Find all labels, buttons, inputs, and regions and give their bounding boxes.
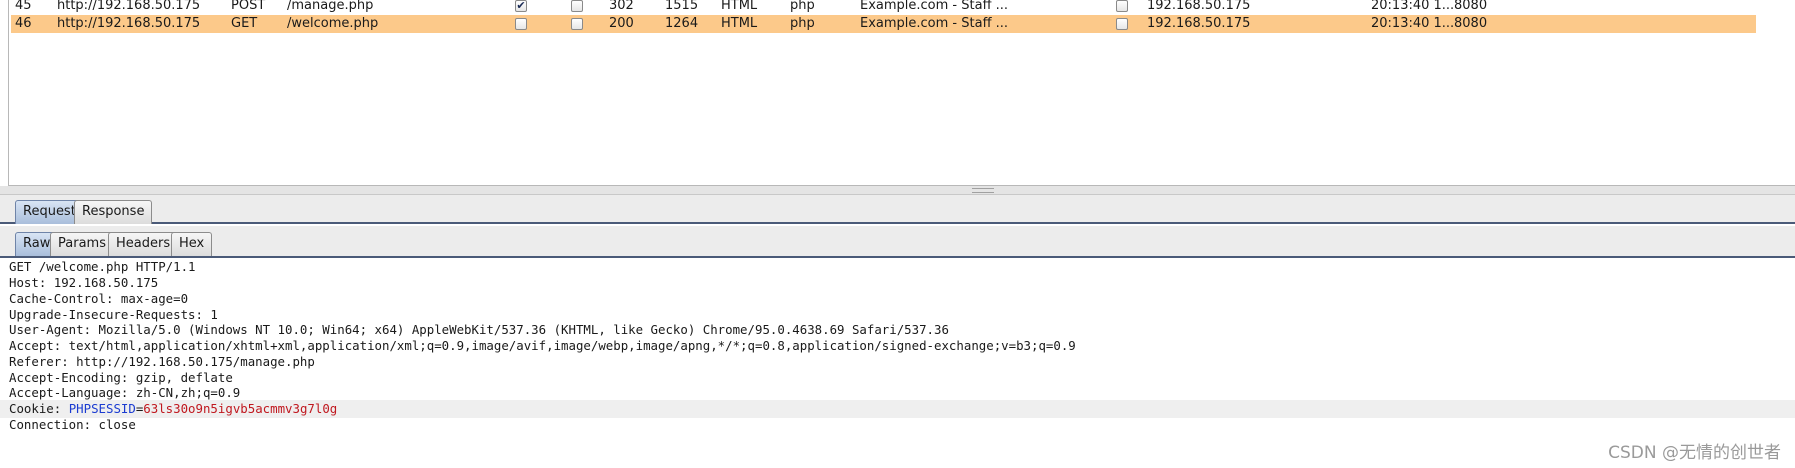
cookie-value: 63ls30o9n5igvb5acmmv3g7l0g <box>143 401 338 416</box>
ssl-checkbox[interactable] <box>1116 0 1128 12</box>
row-title: Example.com - Staff ... <box>860 0 1009 13</box>
tab-params[interactable]: Params <box>50 232 114 256</box>
ssl-checkbox[interactable] <box>1116 18 1128 30</box>
splitter-grip-icon[interactable] <box>972 188 994 193</box>
row-mime: HTML <box>721 16 758 31</box>
row-host: http://192.168.50.175 <box>57 0 201 13</box>
row-method: POST <box>231 0 266 13</box>
row-ip: 192.168.50.175 <box>1147 16 1251 31</box>
row-extension: php <box>790 0 815 13</box>
view-tab-bar: Raw Params Headers Hex <box>0 226 1795 258</box>
tab-response[interactable]: Response <box>74 200 153 224</box>
edited-checkbox[interactable] <box>571 0 583 12</box>
proxy-history-table[interactable]: 45 http://192.168.50.175 POST /manage.ph… <box>8 0 1795 186</box>
row-time: 20:13:40 1... <box>1371 16 1455 31</box>
message-tab-bar: Request Response <box>0 195 1795 224</box>
row-port: 8080 <box>1454 16 1488 31</box>
row-status: 302 <box>609 0 634 13</box>
edited-checkbox[interactable] <box>571 18 583 30</box>
row-ip: 192.168.50.175 <box>1147 0 1251 13</box>
row-extension: php <box>790 16 815 31</box>
params-checkbox[interactable] <box>515 18 527 30</box>
tab-hex[interactable]: Hex <box>171 232 213 256</box>
row-url: /manage.php <box>287 0 374 13</box>
history-row[interactable]: 45 http://192.168.50.175 POST /manage.ph… <box>11 0 1756 15</box>
cookie-prefix: Cookie: <box>9 401 69 416</box>
cookie-name: PHPSESSID <box>68 401 136 416</box>
row-status: 200 <box>609 16 634 31</box>
row-number: 46 <box>15 16 32 31</box>
params-checkbox[interactable] <box>515 0 527 12</box>
pane-splitter[interactable] <box>0 186 1795 195</box>
row-mime: HTML <box>721 0 758 13</box>
history-row[interactable]: 46 http://192.168.50.175 GET /welcome.ph… <box>11 15 1756 33</box>
connection-header: Connection: close <box>9 417 136 432</box>
watermark: CSDN @无情的创世者 <box>1608 443 1781 463</box>
row-url: /welcome.php <box>287 16 379 31</box>
row-time: 20:13:40 1... <box>1371 0 1455 13</box>
row-port: 8080 <box>1454 0 1488 13</box>
raw-request-editor[interactable]: GET /welcome.php HTTP/1.1 Host: 192.168.… <box>0 259 1795 468</box>
row-length: 1515 <box>665 0 699 13</box>
row-host: http://192.168.50.175 <box>57 16 201 31</box>
row-number: 45 <box>15 0 32 13</box>
row-method: GET <box>231 16 258 31</box>
row-length: 1264 <box>665 16 699 31</box>
tab-headers[interactable]: Headers <box>108 232 179 256</box>
row-title: Example.com - Staff ... <box>860 16 1009 31</box>
